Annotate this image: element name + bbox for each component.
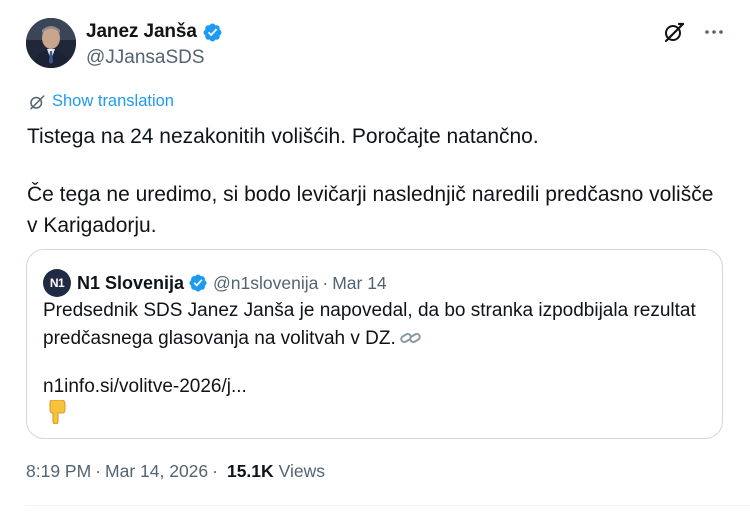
show-translation-label[interactable]: Show translation: [52, 92, 174, 111]
quoted-post-card[interactable]: N1 N1 Slovenija @n1slovenija · Mar 14 Pr…: [26, 249, 723, 439]
post: Janez Janša @JJansaSDS Show translation …: [0, 0, 750, 514]
author-display-name[interactable]: Janez Janša: [86, 21, 197, 43]
link-emoji-icon: [400, 333, 421, 343]
quoted-avatar-text: N1: [49, 276, 65, 290]
quoted-author-handle[interactable]: @n1slovenija: [213, 273, 318, 294]
grok-icon[interactable]: [662, 20, 686, 44]
verified-badge-icon[interactable]: [202, 22, 223, 43]
quoted-post-header: N1 N1 Slovenija @n1slovenija · Mar 14: [43, 269, 387, 297]
avatar-image: [26, 18, 76, 68]
top-actions: [662, 20, 726, 44]
author-avatar[interactable]: [26, 18, 76, 68]
post-time[interactable]: 8:19 PM: [26, 461, 91, 482]
meta-separator-1: ·: [95, 461, 102, 481]
quoted-author-name[interactable]: N1 Slovenija: [77, 273, 184, 294]
quoted-text-body: Predsednik SDS Janez Janša je napovedal,…: [43, 300, 696, 349]
quoted-separator: ·: [322, 272, 329, 293]
point-down-emoji-icon: [49, 400, 66, 424]
quoted-author-avatar[interactable]: N1: [43, 269, 71, 297]
quoted-date[interactable]: Mar 14: [332, 273, 386, 294]
divider: [26, 505, 750, 506]
views-count[interactable]: 15.1K: [227, 461, 274, 482]
post-text-line-1: Tistega na 24 nezakonitih volišćih. Poro…: [27, 125, 539, 148]
quoted-post-text: Predsednik SDS Janez Janša je napovedal,…: [43, 297, 713, 401]
author-text: Janez Janša @JJansaSDS: [86, 18, 223, 74]
post-date[interactable]: Mar 14, 2026: [105, 461, 208, 482]
meta-separator-2: ·: [212, 461, 218, 481]
show-translation-button[interactable]: Show translation: [28, 92, 174, 111]
author-handle[interactable]: @JJansaSDS: [86, 47, 223, 69]
views-label: Views: [278, 461, 326, 481]
name-row: Janez Janša: [86, 18, 223, 46]
quoted-link[interactable]: n1info.si/volitve-2026/j...: [43, 376, 247, 397]
post-metadata: 8:19 PM · Mar 14, 2026 · 15.1K Views: [26, 461, 325, 482]
more-icon[interactable]: [702, 20, 726, 44]
post-text: Tistega na 24 nezakonitih volišćih. Poro…: [27, 121, 727, 241]
post-text-line-2: Če tega ne uredimo, si bodo levičarji na…: [27, 183, 714, 237]
quoted-verified-badge-icon: [189, 274, 207, 292]
author-block: Janez Janša @JJansaSDS: [26, 18, 223, 74]
translate-icon: [30, 94, 45, 109]
